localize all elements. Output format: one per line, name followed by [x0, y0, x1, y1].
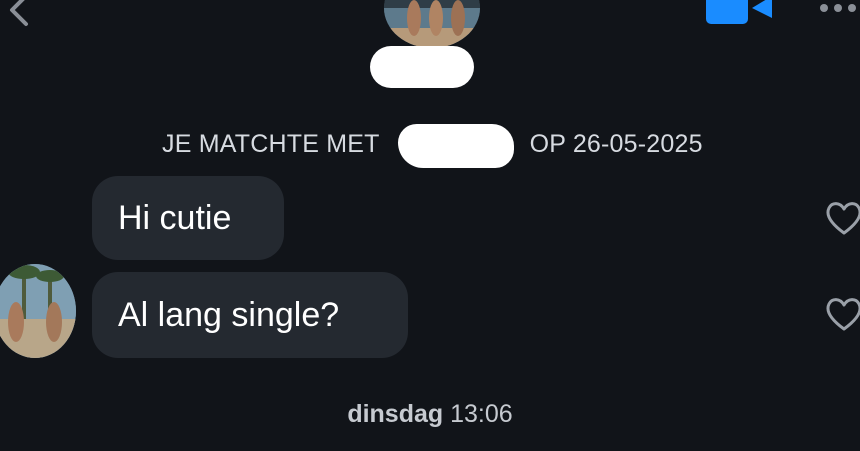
match-banner-prefix: JE MATCHTE MET	[162, 129, 380, 158]
sender-avatar[interactable]	[0, 264, 76, 358]
redacted-name	[370, 46, 474, 88]
more-dots-icon	[820, 4, 856, 12]
redacted-match-name	[398, 124, 514, 168]
chevron-left-icon	[10, 0, 28, 26]
video-camera-icon	[706, 0, 772, 24]
heart-outline-icon	[826, 298, 860, 331]
match-avatar[interactable]	[384, 0, 480, 48]
message-timestamp: dinsdag 13:06	[0, 400, 860, 429]
like-message-button[interactable]	[824, 198, 860, 238]
avatar-photo	[384, 0, 480, 48]
timestamp-day: dinsdag	[347, 400, 444, 428]
heart-outline-icon	[826, 202, 860, 235]
more-options-button[interactable]	[818, 0, 860, 18]
timestamp-time: 13:06	[450, 400, 513, 428]
message-bubble[interactable]: Al lang single?	[92, 272, 408, 358]
video-call-button[interactable]	[706, 0, 776, 30]
like-message-button[interactable]	[824, 294, 860, 334]
match-banner-suffix: OP 26-05-2025	[529, 129, 703, 158]
message-bubble[interactable]: Hi cutie	[92, 176, 284, 260]
avatar-photo	[0, 264, 76, 358]
message-text: Al lang single?	[118, 295, 340, 334]
message-text: Hi cutie	[118, 198, 232, 237]
back-button[interactable]	[0, 0, 40, 32]
